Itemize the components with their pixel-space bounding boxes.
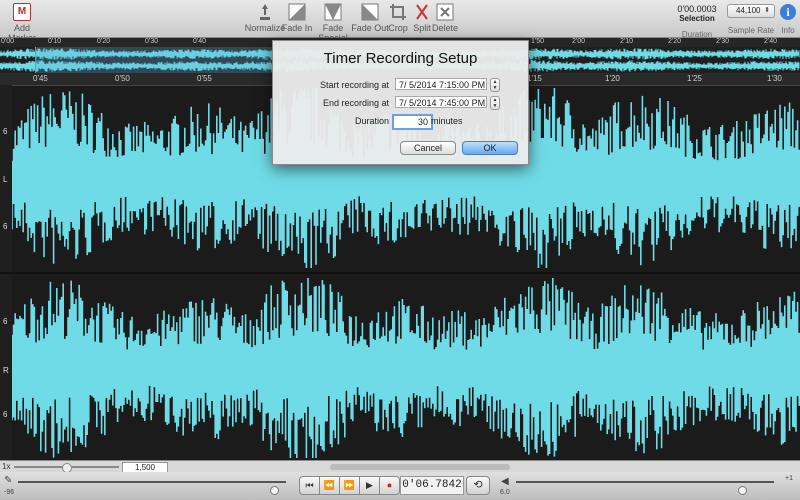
transport-bar: ✎ -96 ⏮ ⏪ ⏩ ▶ ● 0'06.7842 ⟲ ◀ 6.0 +1 xyxy=(0,472,800,500)
fast-forward-icon: ⏩ xyxy=(343,480,356,490)
rewind-button[interactable]: ⏪ xyxy=(319,476,340,495)
cancel-button[interactable]: Cancel xyxy=(400,141,456,155)
end-stepper[interactable]: ▲ ▼ xyxy=(490,96,500,110)
time-display: 0'06.7842 xyxy=(400,476,464,495)
left-scale-bottom: 6 xyxy=(3,222,8,231)
overview-tick-label: 0'40 xyxy=(193,38,207,45)
rewind-icon: ⏪ xyxy=(323,480,336,490)
speaker-icon: ◀ xyxy=(501,476,509,487)
overview-tick-label: 0'30 xyxy=(145,38,159,45)
selection-value: 0'00.0003 xyxy=(677,4,717,14)
sample-rate: 44,100 ⬍ Sample Rate xyxy=(727,4,775,35)
volume-right-slider[interactable] xyxy=(516,481,774,483)
normalize-icon xyxy=(256,3,274,21)
volume-left-slider[interactable] xyxy=(18,481,286,483)
fade-in-icon xyxy=(288,3,306,21)
fast-forward-button[interactable]: ⏩ xyxy=(339,476,360,495)
overview-tick-label: 0'10 xyxy=(48,38,62,45)
fade-in-label: Fade In xyxy=(281,23,313,33)
ruler-tick-label: 1'30 xyxy=(767,74,782,83)
overview-visible-region[interactable] xyxy=(35,47,281,73)
pencil-icon[interactable]: ✎ xyxy=(4,475,12,486)
overview-tick-label: 2'00 xyxy=(572,38,586,45)
go-to-start-button[interactable]: ⏮ xyxy=(299,476,320,495)
add-marker-button[interactable]: M Add Marker xyxy=(0,3,44,43)
ok-button[interactable]: OK xyxy=(462,141,518,155)
overview-tick-label: 2'30 xyxy=(716,38,730,45)
right-scale-bottom: 6 xyxy=(3,410,8,419)
volume-right-label: 6.0 xyxy=(500,489,510,496)
play-icon: ▶ xyxy=(366,480,373,490)
end-label: End recording at xyxy=(322,98,389,108)
right-scale-top: 6 xyxy=(3,317,8,326)
horizontal-scrollbar[interactable] xyxy=(330,464,510,470)
info-button[interactable]: i Info xyxy=(777,4,799,35)
sample-rate-select[interactable]: 44,100 ⬍ xyxy=(727,4,775,18)
ruler-tick-label: 0'55 xyxy=(197,74,212,83)
end-datetime-field[interactable]: 7/ 5/2014 7:45:00 PM xyxy=(395,96,487,108)
overview-tick-label: 0'00 xyxy=(1,38,15,45)
sample-rate-label: Sample Rate xyxy=(727,26,775,35)
channel-divider xyxy=(0,272,800,274)
overview-tick-label: 0'20 xyxy=(97,38,111,45)
selection-label: Selection xyxy=(679,14,715,23)
info-label: Info xyxy=(781,26,795,35)
start-datetime-field[interactable]: 7/ 5/2014 7:15:00 PM xyxy=(395,78,487,90)
record-button[interactable]: ● xyxy=(379,476,400,495)
selection-readout: 0'00.0003 Selection Duration xyxy=(672,4,722,39)
loop-icon: ⟲ xyxy=(473,479,483,491)
left-channel-label: L xyxy=(3,175,8,184)
record-icon: ● xyxy=(386,480,393,490)
overview-tick-label: 2'20 xyxy=(668,38,682,45)
timer-recording-dialog: Timer Recording Setup Start recording at… xyxy=(272,40,529,165)
delete-button[interactable]: Delete xyxy=(423,3,467,33)
ruler-tick-label: 1'25 xyxy=(687,74,702,83)
ruler-tick-label: 1'20 xyxy=(605,74,620,83)
dialog-title: Timer Recording Setup xyxy=(323,50,478,67)
overview-tick-label: 2'40 xyxy=(764,38,778,45)
start-stepper[interactable]: ▲ ▼ xyxy=(490,78,500,92)
sample-rate-value: 44,100 xyxy=(736,6,761,15)
fade-special-icon xyxy=(324,3,342,21)
overview-tick-label: 2'10 xyxy=(620,38,634,45)
delete-label: Delete xyxy=(431,23,458,33)
play-button[interactable]: ▶ xyxy=(359,476,380,495)
overview-tick-label: 1'50 xyxy=(531,38,545,45)
go-to-start-icon: ⏮ xyxy=(305,480,314,490)
duration-input[interactable]: 30 xyxy=(392,114,433,130)
duration-unit: minutes xyxy=(431,116,463,126)
ruler-tick-label: 0'50 xyxy=(115,74,130,83)
volume-right-knob[interactable] xyxy=(738,486,747,495)
right-channel-label: R xyxy=(3,366,9,375)
delete-icon xyxy=(436,3,454,21)
duration-field-label: Duration xyxy=(354,116,389,126)
start-label: Start recording at xyxy=(319,80,389,90)
waveform-channel xyxy=(11,278,800,458)
marker-icon: M xyxy=(13,3,31,21)
loop-button[interactable]: ⟲ xyxy=(466,476,490,495)
volume-left-label: -96 xyxy=(4,489,15,496)
chevron-updown-icon: ⬍ xyxy=(764,7,770,14)
left-scale-top: 6 xyxy=(3,127,8,136)
toolbar: M Add Marker Normalize Fade In Fade Spec… xyxy=(0,0,800,43)
ruler-tick-label: 0'45 xyxy=(33,74,48,83)
volume-left-knob[interactable] xyxy=(270,486,279,495)
zoom-label: 1x xyxy=(2,462,11,471)
info-icon: i xyxy=(780,4,796,20)
plus-label: +1 xyxy=(785,475,793,482)
ruler-tick-label: 1'15 xyxy=(527,74,542,83)
